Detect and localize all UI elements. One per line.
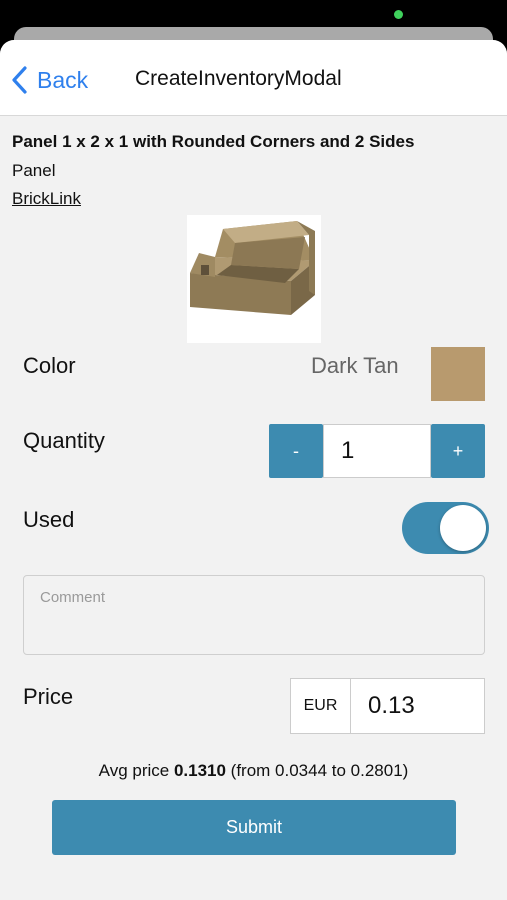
price-input[interactable]: 0.13 [351,678,485,734]
used-toggle[interactable] [402,502,489,554]
bricklink-link[interactable]: BrickLink [12,189,81,209]
camera-indicator-dot [394,10,403,19]
back-button-label: Back [37,66,89,93]
color-label: Color [23,353,76,378]
chevron-left-icon [12,66,27,94]
color-swatch[interactable] [431,347,485,401]
part-name: Panel 1 x 2 x 1 with Rounded Corners and… [12,132,415,151]
part-category: Panel [12,161,56,180]
back-button[interactable]: Back [10,64,88,96]
comment-field[interactable]: Comment [23,575,485,655]
used-label: Used [23,507,75,532]
panel-brick-image [190,221,315,315]
part-image [187,215,321,343]
avg-price-text: Avg price 0.1310 (from 0.0344 to 0.2801) [0,761,507,781]
avg-price-range: (from 0.0344 to 0.2801) [225,761,409,780]
submit-button[interactable]: Submit [52,800,456,855]
avg-price-prefix: Avg price [98,761,174,780]
quantity-decrement-button[interactable]: - [269,424,323,478]
page-title: CreateInventoryModal [135,67,342,90]
quantity-input[interactable]: 1 [323,424,431,478]
avg-price-value: 0.1310 [173,761,226,780]
quantity-label: Quantity [23,428,105,453]
currency-selector[interactable]: EUR [290,678,351,734]
quantity-increment-button[interactable]: + [431,424,485,478]
color-value: Dark Tan [311,353,399,378]
navigation-bar: Back CreateInventoryModal [0,40,507,116]
price-label: Price [23,684,74,709]
modal-sheet: Back CreateInventoryModal Panel 1 x 2 x … [0,40,507,900]
toggle-knob [440,505,486,551]
